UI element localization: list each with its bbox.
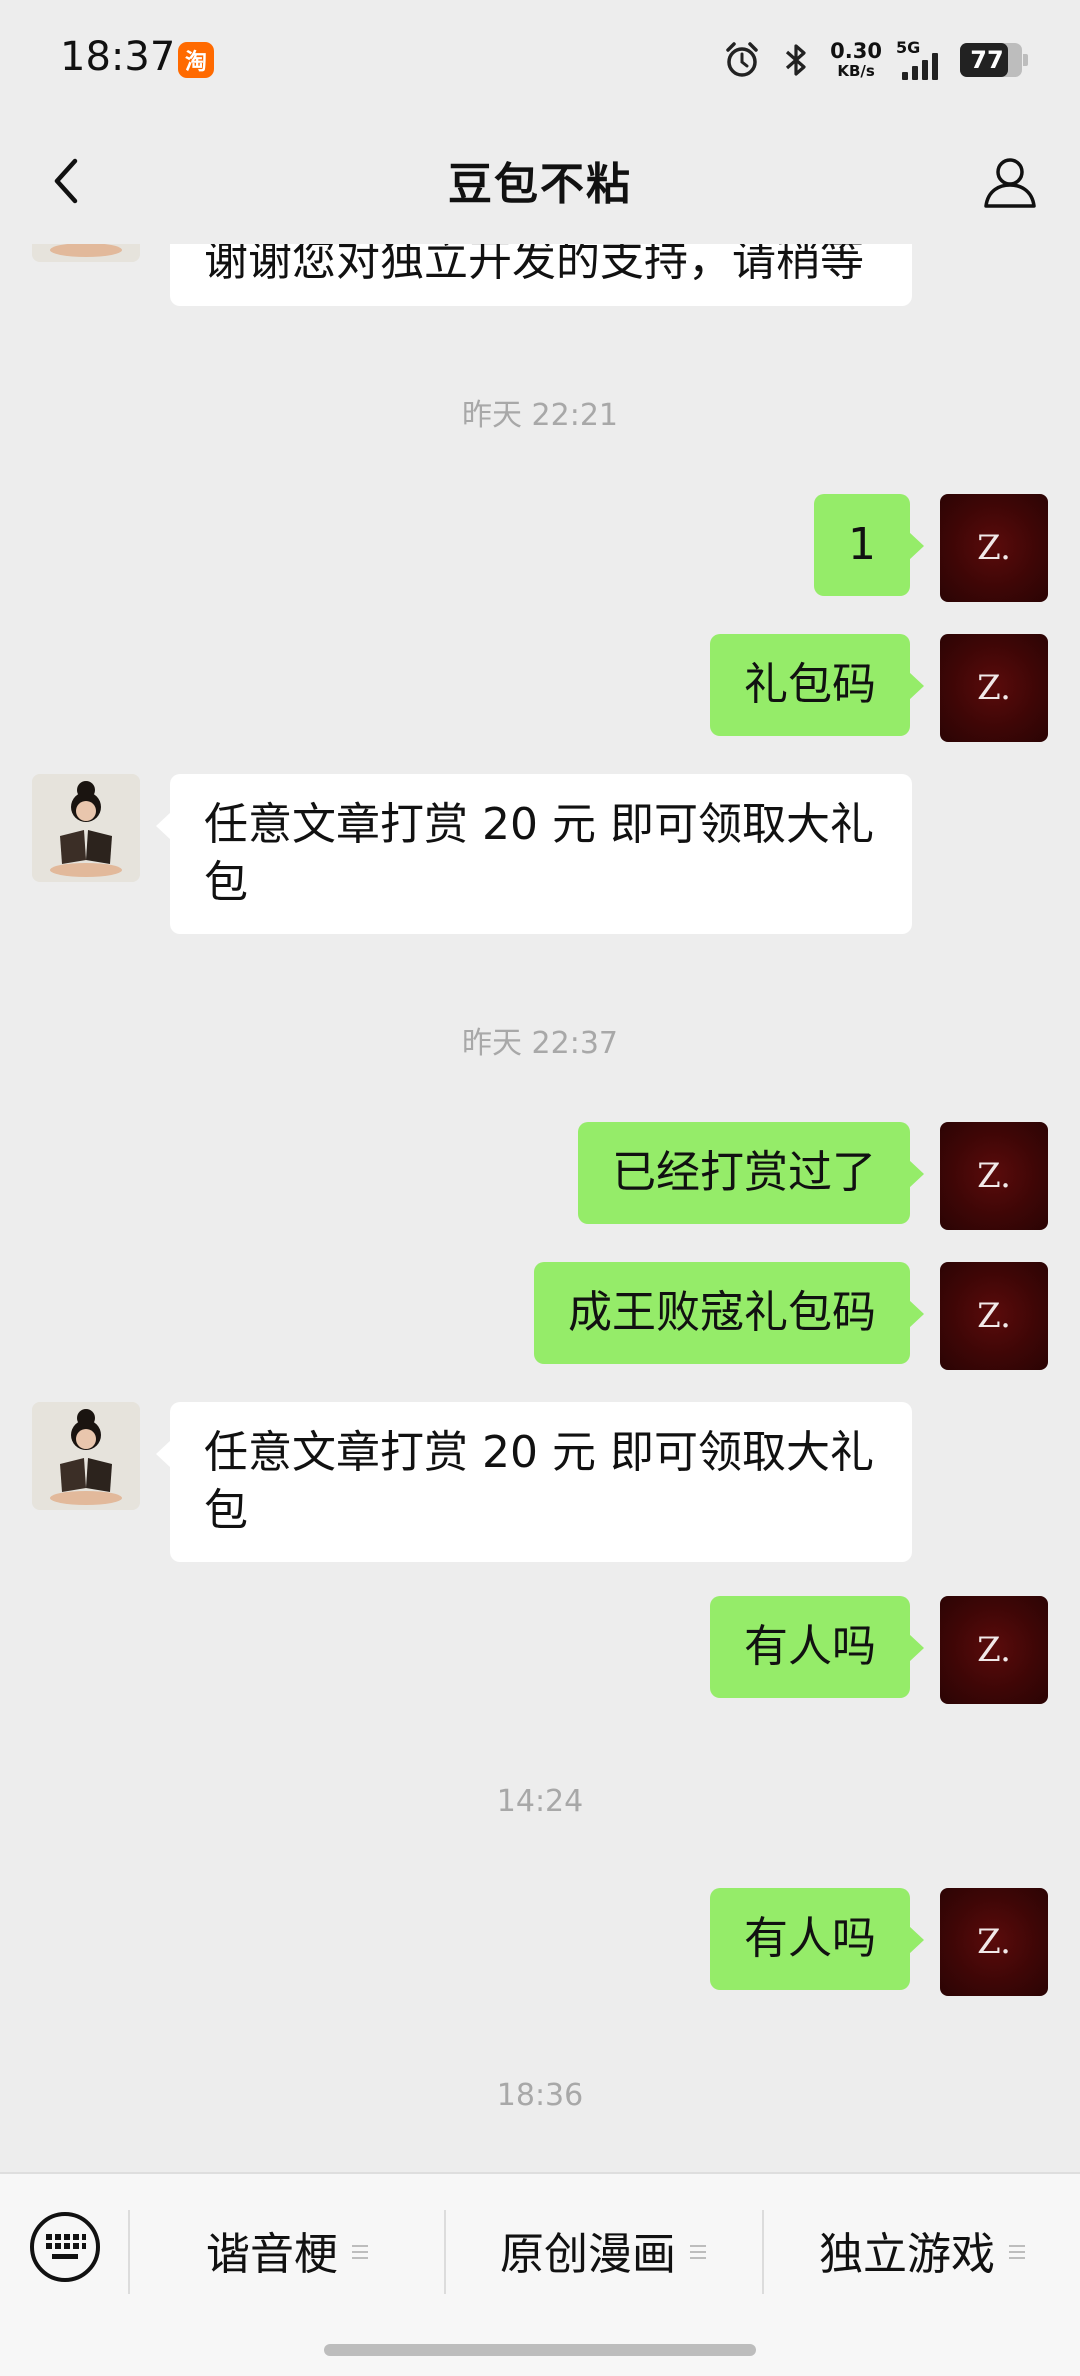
message-text: 有人吗 [744,1913,876,1964]
message-bubble-incoming[interactable]: 谢谢您对独立开发的支持，请稍等 [170,244,912,306]
message-bubble-outgoing[interactable]: 已经打赏过了 [578,1122,924,1224]
signal-bars [902,53,938,80]
taobao-notification-icon: 淘 [178,42,214,78]
alarm-icon [722,40,762,80]
home-indicator[interactable] [324,2344,756,2356]
my-avatar[interactable]: Z. [940,1596,1048,1704]
network-speed-unit: KB/s [837,62,875,80]
message-bubble-outgoing[interactable]: 礼包码 [710,634,924,736]
timestamp: 昨天 22:37 [462,1026,618,1061]
message-bubble-incoming[interactable]: 任意文章打赏 20 元 即可领取大礼包 [156,1402,912,1562]
submenu-icon [352,2245,368,2259]
my-avatar[interactable]: Z. [940,634,1048,742]
message-list[interactable]: 谢谢您对独立开发的支持，请稍等 昨天 22:21 1 Z. 礼包码 Z. 任意文… [0,244,1080,2172]
message-text: 谢谢您对独立开发的支持，请稍等 [204,244,864,286]
message-text: 任意文章打赏 20 元 即可领取大礼包 [204,799,874,908]
my-avatar[interactable]: Z. [940,1888,1048,1996]
message-bubble-outgoing[interactable]: 有人吗 [710,1888,924,1990]
message-text: 礼包码 [744,659,876,710]
message-bubble-incoming[interactable]: 任意文章打赏 20 元 即可领取大礼包 [156,774,912,934]
chat-screen: 18:37 淘 0.30 KB/s 5G 77 豆包不粘 谢谢您对独立开发的支持… [0,0,1080,2376]
my-avatar[interactable]: Z. [940,494,1048,602]
my-avatar[interactable]: Z. [940,1122,1048,1230]
contact-avatar[interactable] [32,1402,140,1510]
menu-item-puns[interactable]: 谐音梗 [130,2208,444,2292]
menu-item-indie-games[interactable]: 独立游戏 [764,2208,1080,2292]
avatar-mark: Z. [977,1156,1011,1196]
keyboard-toggle-button[interactable] [28,2210,102,2284]
timestamp: 14:24 [496,1784,584,1819]
battery-level: 77 [970,46,1004,74]
signal-icon: 5G [896,38,946,80]
status-time: 18:37 [60,34,176,80]
message-text: 1 [848,519,876,570]
my-avatar[interactable]: Z. [940,1262,1048,1370]
message-text: 已经打赏过了 [612,1147,876,1198]
battery-tip [1023,54,1028,66]
network-speed: 0.30 KB/s [830,41,882,79]
person-icon [984,158,1036,208]
keyboard-icon [30,2212,100,2282]
chat-title: 豆包不粘 [448,159,632,210]
menu-item-label: 谐音梗 [206,2229,338,2280]
message-text: 成王败寇礼包码 [568,1287,876,1338]
submenu-icon [690,2245,706,2259]
status-bar: 18:37 淘 0.30 KB/s 5G 77 [0,0,1080,118]
chat-profile-button[interactable] [972,144,1048,220]
network-speed-value: 0.30 [830,39,882,63]
message-bubble-outgoing[interactable]: 有人吗 [710,1596,924,1698]
timestamp: 昨天 22:21 [462,398,618,433]
message-bubble-outgoing[interactable]: 1 [814,494,924,596]
menu-item-label: 原创漫画 [500,2229,676,2280]
avatar-mark: Z. [977,1922,1011,1962]
bluetooth-icon [776,40,816,80]
timestamp: 18:36 [496,2078,584,2113]
menu-item-label: 独立游戏 [819,2229,995,2280]
avatar-mark: Z. [977,1630,1011,1670]
contact-avatar[interactable] [32,774,140,882]
avatar-mark: Z. [977,668,1011,708]
menu-item-original-comics[interactable]: 原创漫画 [446,2208,760,2292]
battery-icon: 77 [960,43,1028,77]
message-text: 有人吗 [744,1621,876,1672]
avatar-mark: Z. [977,1296,1011,1336]
official-account-menu: 谐音梗 原创漫画 独立游戏 [0,2172,1080,2376]
chat-header: 豆包不粘 [0,118,1080,244]
status-icons: 0.30 KB/s 5G 77 [722,36,1028,84]
contact-avatar[interactable] [32,244,140,262]
submenu-icon [1009,2245,1025,2259]
avatar-mark: Z. [977,528,1011,568]
message-text: 任意文章打赏 20 元 即可领取大礼包 [204,1427,874,1536]
message-bubble-outgoing[interactable]: 成王败寇礼包码 [534,1262,924,1364]
